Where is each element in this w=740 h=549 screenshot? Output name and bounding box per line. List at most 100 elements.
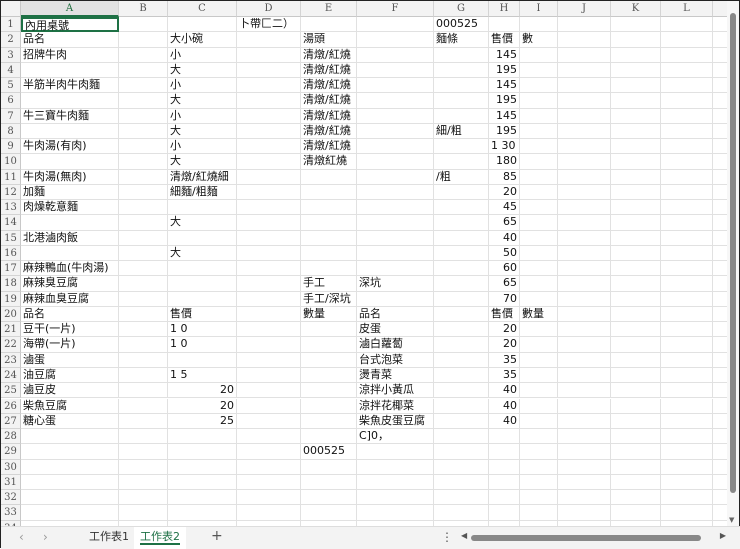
cell[interactable]	[301, 261, 357, 277]
cell[interactable]	[357, 245, 434, 262]
prev-sheet-button[interactable]: ‹	[19, 530, 24, 544]
tab-sheet2[interactable]: 工作表2	[134, 527, 186, 549]
row-header[interactable]: 17	[1, 261, 21, 277]
cell[interactable]	[21, 154, 119, 170]
cell[interactable]	[611, 474, 661, 491]
cell[interactable]	[611, 291, 661, 307]
row-header[interactable]: 4	[1, 62, 21, 79]
cell[interactable]	[168, 291, 237, 307]
cell[interactable]	[558, 337, 611, 353]
column-header-H[interactable]: H	[489, 1, 520, 17]
cell[interactable]	[301, 230, 357, 246]
cell[interactable]	[301, 200, 357, 216]
cell[interactable]	[611, 139, 661, 155]
cell[interactable]	[661, 352, 713, 368]
cell[interactable]	[434, 367, 489, 384]
cell-H7[interactable]: 145	[489, 108, 520, 124]
cell[interactable]	[520, 413, 558, 429]
cell[interactable]	[119, 261, 168, 277]
cell[interactable]	[434, 291, 489, 307]
cell[interactable]	[301, 245, 357, 262]
cell[interactable]	[301, 169, 357, 185]
cell[interactable]	[168, 352, 237, 368]
cell-E7[interactable]: 清燉/紅燒	[301, 108, 357, 124]
cell[interactable]	[611, 367, 661, 384]
cell[interactable]	[357, 459, 434, 475]
cell[interactable]	[520, 337, 558, 353]
cell[interactable]	[237, 398, 301, 414]
row-header[interactable]: 16	[1, 245, 21, 262]
cell-F28[interactable]: C]0，	[357, 429, 434, 445]
cell[interactable]	[237, 123, 301, 140]
next-sheet-button[interactable]: ›	[43, 530, 48, 544]
row-header[interactable]: 20	[1, 306, 21, 323]
cell[interactable]	[558, 154, 611, 170]
column-header-F[interactable]: F	[357, 1, 434, 17]
cell[interactable]	[237, 306, 301, 323]
cell[interactable]	[558, 367, 611, 384]
cell[interactable]	[119, 200, 168, 216]
cell-C10[interactable]: 大	[168, 154, 237, 170]
cell[interactable]	[520, 184, 558, 201]
cell[interactable]	[434, 230, 489, 246]
row-header[interactable]: 11	[1, 169, 21, 185]
select-all-corner[interactable]	[1, 1, 21, 17]
row-header[interactable]: 18	[1, 276, 21, 292]
cell[interactable]	[558, 322, 611, 338]
cell[interactable]	[434, 200, 489, 216]
cell-H22[interactable]: 20	[489, 337, 520, 353]
cell-A18[interactable]: 麻辣臭豆腐	[21, 276, 119, 292]
cell[interactable]	[357, 139, 434, 155]
row-header[interactable]: 32	[1, 490, 21, 506]
cell-F26[interactable]: 涼拌花椰菜	[357, 398, 434, 414]
cell[interactable]	[434, 413, 489, 429]
cell-E4[interactable]: 清燉/紅燒	[301, 62, 357, 79]
cell-H20[interactable]: 售價	[489, 306, 520, 323]
cell[interactable]	[611, 490, 661, 506]
cell[interactable]	[558, 383, 611, 399]
cell[interactable]	[661, 429, 713, 445]
cell[interactable]	[237, 215, 301, 231]
cell[interactable]	[611, 306, 661, 323]
cell[interactable]	[119, 444, 168, 460]
cell[interactable]	[237, 62, 301, 79]
cell-F22[interactable]: 滷白蘿蔔	[357, 337, 434, 353]
cell-C24[interactable]: 1 5	[168, 367, 237, 384]
column-header-K[interactable]: K	[611, 1, 661, 17]
cell-H2[interactable]: 售價	[489, 32, 520, 48]
cell[interactable]	[661, 505, 713, 521]
cell[interactable]	[611, 505, 661, 521]
column-header-L[interactable]: L	[661, 1, 713, 17]
horizontal-scrollbar[interactable]: ◀ ▶	[461, 531, 726, 542]
cell-H23[interactable]: 35	[489, 352, 520, 368]
cell[interactable]	[520, 200, 558, 216]
cell[interactable]	[558, 17, 611, 33]
cell[interactable]	[611, 413, 661, 429]
cell[interactable]	[661, 490, 713, 506]
cell[interactable]	[119, 139, 168, 155]
cell[interactable]	[661, 398, 713, 414]
cell[interactable]	[661, 337, 713, 353]
cell[interactable]	[661, 32, 713, 48]
cell-H16[interactable]: 50	[489, 245, 520, 262]
cell[interactable]	[119, 17, 168, 33]
cell[interactable]	[434, 490, 489, 506]
cell[interactable]	[661, 215, 713, 231]
cell[interactable]	[301, 474, 357, 491]
cell[interactable]	[611, 215, 661, 231]
cell[interactable]	[119, 322, 168, 338]
cell[interactable]	[611, 17, 661, 33]
cell[interactable]	[237, 245, 301, 262]
cell[interactable]	[357, 444, 434, 460]
cell[interactable]	[237, 474, 301, 491]
cell[interactable]	[611, 62, 661, 79]
cell[interactable]	[237, 169, 301, 185]
row-header[interactable]: 15	[1, 230, 21, 246]
cell[interactable]	[661, 184, 713, 201]
cell[interactable]	[357, 78, 434, 94]
cell[interactable]	[168, 490, 237, 506]
cell-H24[interactable]: 35	[489, 367, 520, 384]
cell[interactable]	[434, 505, 489, 521]
row-header[interactable]: 21	[1, 322, 21, 338]
cell-C27[interactable]: 25	[168, 413, 237, 429]
